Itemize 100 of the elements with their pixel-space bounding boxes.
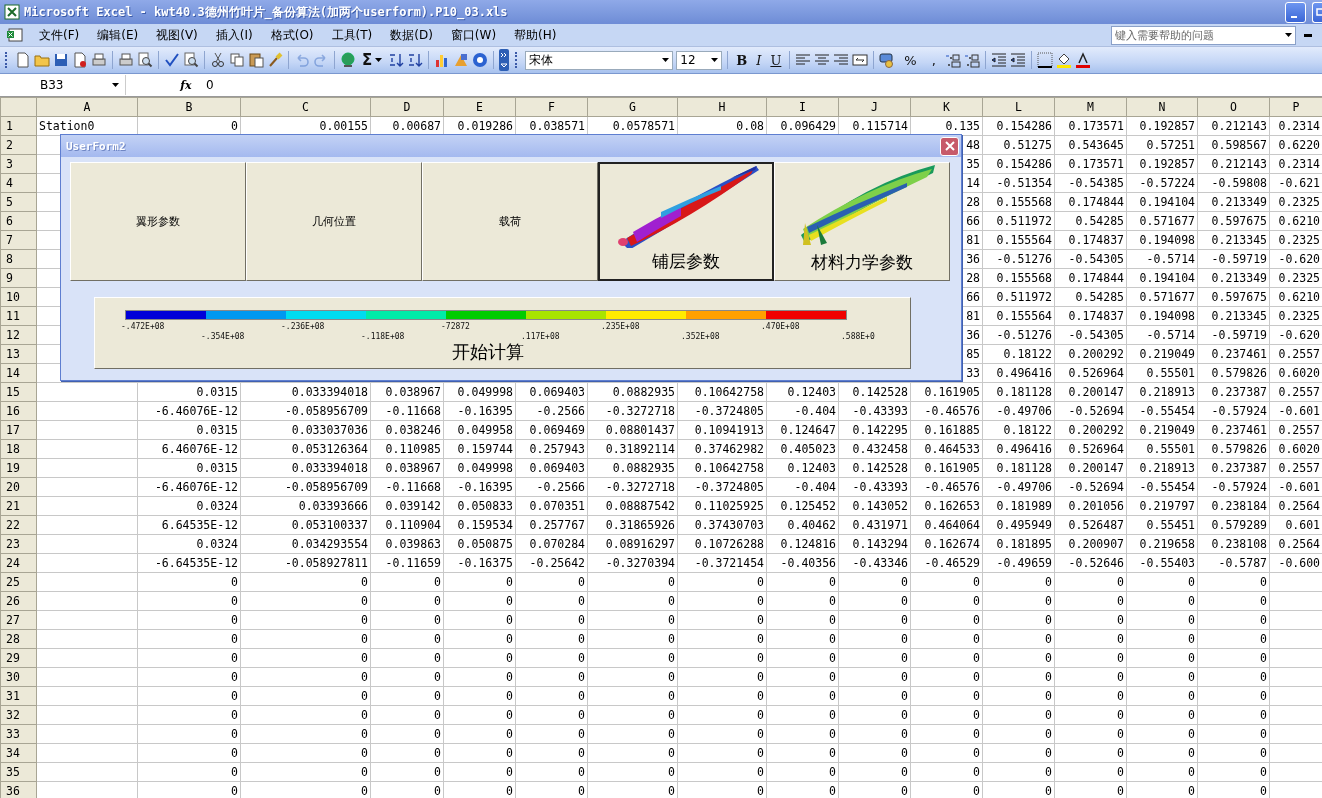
- table-cell: 0: [757, 746, 764, 760]
- spelling-icon[interactable]: [164, 52, 180, 68]
- table-cell: 0.598567: [1211, 138, 1267, 152]
- align-center-icon[interactable]: [814, 52, 831, 68]
- restore-button[interactable]: [1312, 1, 1322, 23]
- insert-function-button[interactable]: fx: [166, 78, 206, 92]
- new-document-icon[interactable]: [15, 52, 31, 68]
- column-header[interactable]: M: [1054, 97, 1127, 117]
- copy-icon[interactable]: [229, 52, 245, 68]
- table-cell: 0: [361, 689, 368, 703]
- start-button[interactable]: -.472E+08 -.354E+08 -.236E+08 -.118E+08 -72872 .117E+08 .235E+08 .352E+08 .470E+08 .588E+0 开始计算: [94, 297, 911, 369]
- save-icon[interactable]: [53, 52, 69, 68]
- table-cell: -0.11668: [385, 404, 441, 418]
- column-header[interactable]: P: [1269, 97, 1322, 117]
- table-cell: 0.579826: [1211, 442, 1267, 456]
- sort-descending-icon[interactable]: [407, 52, 424, 68]
- merge-center-icon[interactable]: [852, 52, 869, 68]
- column-header[interactable]: G: [587, 97, 678, 117]
- formula-field[interactable]: 0: [206, 78, 1322, 92]
- column-header[interactable]: N: [1126, 97, 1198, 117]
- print-preview-icon[interactable]: [137, 52, 153, 68]
- format-painter-icon[interactable]: [267, 52, 283, 68]
- minimize-icon[interactable]: [1304, 33, 1312, 37]
- table-cell: 0.218913: [1139, 461, 1195, 475]
- column-header[interactable]: K: [910, 97, 983, 117]
- table-cell: -0.3724805: [694, 404, 764, 418]
- column-header[interactable]: I: [766, 97, 839, 117]
- table-cell: 0.033394018: [291, 461, 368, 475]
- table-cell: 0.161905: [924, 461, 980, 475]
- underline-button[interactable]: U: [767, 52, 785, 68]
- window-title: Microsoft Excel - kwt40.3德州竹叶片_备份算法(加两个userform).P10_03.xls: [24, 3, 509, 21]
- font-dropdown[interactable]: 宋体: [525, 50, 674, 70]
- table-cell: 0: [1188, 784, 1195, 798]
- column-header[interactable]: B: [137, 97, 241, 117]
- column-header[interactable]: F: [515, 97, 588, 117]
- table-cell: 0.2325: [1278, 233, 1320, 247]
- borders-icon[interactable]: [1036, 52, 1053, 68]
- drawing-icon[interactable]: [453, 52, 470, 68]
- column-header[interactable]: L: [982, 97, 1055, 117]
- table-cell: 0: [757, 613, 764, 627]
- bold-button[interactable]: B: [733, 52, 751, 68]
- menu-item[interactable]: 工具(T): [324, 26, 380, 44]
- scale-label: .352E+08: [681, 332, 720, 341]
- table-cell: 0.526487: [1068, 518, 1124, 532]
- help-search-field[interactable]: 键入需要帮助的问题: [1111, 25, 1296, 45]
- column-header[interactable]: E: [443, 97, 516, 117]
- form-button[interactable]: 材料力学参数: [774, 162, 950, 281]
- comma-style-button[interactable]: ,: [925, 52, 942, 68]
- spreadsheet-icon[interactable]: [6, 27, 24, 43]
- toolbar-options-icon[interactable]: [499, 49, 510, 71]
- minimize-button[interactable]: [1285, 1, 1306, 23]
- fill-color-icon[interactable]: [1055, 52, 1072, 68]
- paste-icon[interactable]: [248, 52, 264, 68]
- increase-indent-icon[interactable]: [1009, 52, 1026, 68]
- percent-button[interactable]: %: [898, 52, 923, 68]
- column-header[interactable]: D: [370, 97, 444, 117]
- name-box[interactable]: B33: [0, 75, 126, 95]
- close-button[interactable]: [940, 136, 959, 156]
- table-cell: 0.219797: [1139, 499, 1195, 513]
- table-cell: 0: [668, 727, 675, 741]
- menu-item[interactable]: 数据(D): [383, 26, 440, 44]
- column-header[interactable]: H: [677, 97, 767, 117]
- align-right-icon[interactable]: [833, 52, 850, 68]
- table-cell: 0.57251: [1146, 138, 1195, 152]
- decrease-indent-icon[interactable]: [990, 52, 1007, 68]
- menu-item[interactable]: 编辑(E): [90, 26, 146, 44]
- menu-item[interactable]: 视图(V): [149, 26, 205, 44]
- folder-icon[interactable]: [34, 52, 50, 68]
- table-cell: 0.237461: [1211, 347, 1267, 361]
- cut-icon[interactable]: [210, 52, 226, 68]
- form-button[interactable]: 铺层参数: [598, 162, 774, 281]
- table-cell: 0.143294: [852, 537, 908, 551]
- italic-button[interactable]: I: [753, 52, 765, 68]
- table-cell: 0.6020: [1278, 366, 1320, 380]
- menu-item[interactable]: 插入(I): [208, 26, 260, 44]
- font-color-icon[interactable]: [1074, 52, 1091, 68]
- menu-item[interactable]: 文件(F): [32, 26, 87, 44]
- align-left-icon[interactable]: [795, 52, 812, 68]
- table-cell: 0.219658: [1139, 537, 1195, 551]
- column-header[interactable]: A: [36, 97, 138, 117]
- column-header[interactable]: J: [838, 97, 911, 117]
- table-cell: 0: [829, 613, 836, 627]
- font-size-dropdown[interactable]: 12: [676, 50, 723, 70]
- table-cell: 0.174844: [1068, 271, 1124, 285]
- menu-item[interactable]: 格式(O): [263, 26, 321, 44]
- table-cell: 66: [966, 290, 980, 304]
- table-cell: 0.54285: [1075, 214, 1124, 228]
- form-button[interactable]: 载荷: [422, 162, 598, 281]
- help-icon[interactable]: [472, 52, 489, 68]
- sort-ascending-icon[interactable]: [388, 52, 405, 68]
- menu-item[interactable]: 窗口(W): [443, 26, 504, 44]
- table-cell: 0: [1117, 651, 1124, 665]
- form-button[interactable]: 几何位置: [246, 162, 422, 281]
- print-icon[interactable]: [118, 52, 134, 68]
- autosum-button[interactable]: Σ: [359, 51, 386, 69]
- research-icon[interactable]: [183, 52, 199, 68]
- column-header[interactable]: C: [240, 97, 371, 117]
- form-button[interactable]: 翼形参数: [70, 162, 246, 281]
- menu-item[interactable]: 帮助(H): [507, 26, 564, 44]
- column-header[interactable]: O: [1197, 97, 1270, 117]
